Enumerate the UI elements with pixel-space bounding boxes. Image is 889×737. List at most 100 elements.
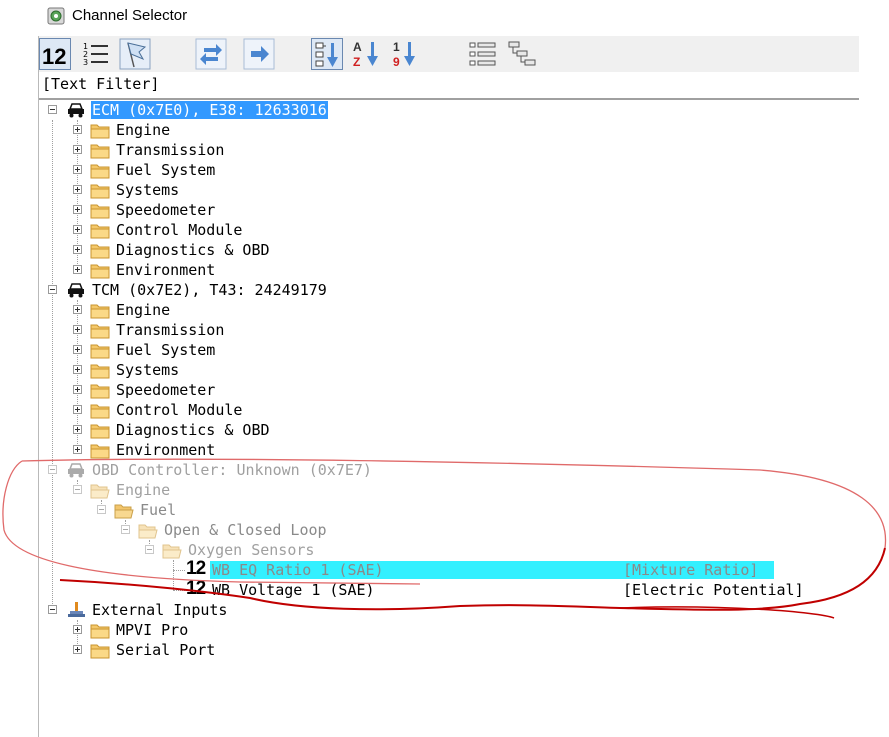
numeric-view-button[interactable]: 12	[39, 38, 71, 70]
sort-alpha-button[interactable]: A Z	[352, 38, 384, 70]
expand-toggle[interactable]	[73, 185, 82, 194]
tree-node-external[interactable]: External Inputs	[39, 600, 889, 620]
folder-icon	[90, 124, 110, 139]
folder-label: Speedometer	[116, 201, 216, 219]
folder-open-icon	[162, 544, 182, 559]
expand-toggle[interactable]	[73, 225, 82, 234]
folder-label: Control Module	[116, 401, 243, 419]
expand-toggle[interactable]	[73, 625, 82, 634]
folder-label: Fuel System	[116, 161, 216, 179]
folder-label: Fuel System	[116, 341, 216, 359]
collapse-toggle[interactable]	[97, 505, 106, 514]
expand-toggle[interactable]	[73, 345, 82, 354]
expand-toggle[interactable]	[73, 205, 82, 214]
tree-folder-engine[interactable]: Engine	[39, 480, 889, 500]
collapse-toggle[interactable]	[121, 525, 130, 534]
folder-label: Diagnostics & OBD	[116, 421, 270, 439]
expand-toggle[interactable]	[73, 165, 82, 174]
tree-folder[interactable]: MPVI Pro	[39, 620, 889, 640]
list-detail-icon	[469, 42, 496, 66]
tree-folder[interactable]: Engine	[39, 300, 889, 320]
expand-toggle[interactable]	[73, 265, 82, 274]
folder-label: Speedometer	[116, 381, 216, 399]
expand-toggle[interactable]	[73, 405, 82, 414]
tree-node-tcm[interactable]: TCM (0x7E2), T43: 24249179	[39, 280, 889, 300]
folder-icon	[90, 364, 110, 379]
folder-label: Systems	[116, 361, 180, 379]
folder-icon	[90, 164, 110, 179]
list-detail-button[interactable]	[467, 38, 499, 70]
expand-toggle[interactable]	[73, 145, 82, 154]
sort-tree-button[interactable]	[311, 38, 343, 70]
channel-row[interactable]: 12 WB Voltage 1 (SAE) [Electric Potentia…	[39, 579, 889, 600]
svg-text:9: 9	[393, 55, 400, 69]
swap-button[interactable]	[195, 38, 227, 70]
expand-toggle[interactable]	[73, 305, 82, 314]
collapse-toggle[interactable]	[73, 485, 82, 494]
tree-folder[interactable]: Environment	[39, 260, 889, 280]
folder-icon	[90, 264, 110, 279]
channel-row[interactable]: 12 WB EQ Ratio 1 (SAE) [Mixture Ratio]	[39, 559, 889, 580]
tree-folder[interactable]: Environment	[39, 440, 889, 460]
folder-label: Environment	[116, 441, 216, 459]
tree-folder[interactable]: Serial Port	[39, 640, 889, 660]
expand-toggle[interactable]	[73, 125, 82, 134]
tree-node-label: OBD Controller: Unknown (0x7E7)	[92, 461, 372, 479]
tree-folder[interactable]: Diagnostics & OBD	[39, 420, 889, 440]
svg-text:1: 1	[393, 40, 400, 54]
tree-folder-sensors[interactable]: Oxygen Sensors	[39, 540, 889, 560]
tree-folder[interactable]: Fuel System	[39, 340, 889, 360]
hierarchy-button[interactable]	[506, 38, 538, 70]
collapse-toggle[interactable]	[48, 465, 57, 474]
tree-folder-loop[interactable]: Open & Closed Loop	[39, 520, 889, 540]
tree-folder[interactable]: Speedometer	[39, 380, 889, 400]
folder-icon	[90, 384, 110, 399]
numbered-list-icon: 1 2 3	[83, 42, 108, 67]
tree-node-label: TCM (0x7E2), T43: 24249179	[92, 281, 327, 299]
tree-folder[interactable]: Engine	[39, 120, 889, 140]
expand-toggle[interactable]	[73, 365, 82, 374]
expand-toggle[interactable]	[73, 325, 82, 334]
folder-icon	[90, 184, 110, 199]
collapse-toggle[interactable]	[48, 105, 57, 114]
folder-label: Transmission	[116, 141, 225, 159]
tree-folder-fuel[interactable]: Fuel	[39, 500, 889, 520]
tree-node-ecm[interactable]: ECM (0x7E0), E38: 12633016	[39, 100, 889, 120]
expand-toggle[interactable]	[73, 445, 82, 454]
tree-folder[interactable]: Control Module	[39, 400, 889, 420]
tree-folder[interactable]: Control Module	[39, 220, 889, 240]
folder-icon	[90, 624, 110, 639]
tree-folder[interactable]: Transmission	[39, 320, 889, 340]
folder-icon	[90, 644, 110, 659]
title-bar: Channel Selector	[0, 0, 889, 32]
collapse-toggle[interactable]	[145, 545, 154, 554]
folder-icon	[90, 204, 110, 219]
channel-unit: [Electric Potential]	[623, 581, 804, 599]
expand-toggle[interactable]	[73, 385, 82, 394]
tree-node-label: External Inputs	[92, 601, 228, 619]
folder-icon	[90, 324, 110, 339]
expand-toggle[interactable]	[73, 245, 82, 254]
tree-folder[interactable]: Fuel System	[39, 160, 889, 180]
tree-folder[interactable]: Systems	[39, 180, 889, 200]
collapse-toggle[interactable]	[48, 605, 57, 614]
sort-numeric-button[interactable]: 1 9	[391, 38, 423, 70]
vehicle-icon	[68, 463, 84, 478]
tree-folder[interactable]: Systems	[39, 360, 889, 380]
tree-folder[interactable]: Diagnostics & OBD	[39, 240, 889, 260]
tree-folder[interactable]: Speedometer	[39, 200, 889, 220]
sort-19-icon: 1 9	[393, 40, 415, 69]
tree-folder[interactable]: Transmission	[39, 140, 889, 160]
svg-text:12: 12	[42, 44, 66, 69]
collapse-toggle[interactable]	[48, 285, 57, 294]
folder-label: Oxygen Sensors	[188, 541, 315, 559]
forward-button[interactable]	[243, 38, 275, 70]
folder-open-icon	[90, 484, 110, 499]
expand-toggle[interactable]	[73, 425, 82, 434]
text-filter-input[interactable]: [Text Filter]	[39, 72, 859, 98]
flag-button[interactable]	[119, 38, 151, 70]
expand-toggle[interactable]	[73, 645, 82, 654]
tree-node-label: ECM (0x7E0), E38: 12633016	[91, 101, 328, 119]
tree-node-obd[interactable]: OBD Controller: Unknown (0x7E7)	[39, 460, 889, 480]
list-view-button[interactable]: 1 2 3	[80, 38, 112, 70]
